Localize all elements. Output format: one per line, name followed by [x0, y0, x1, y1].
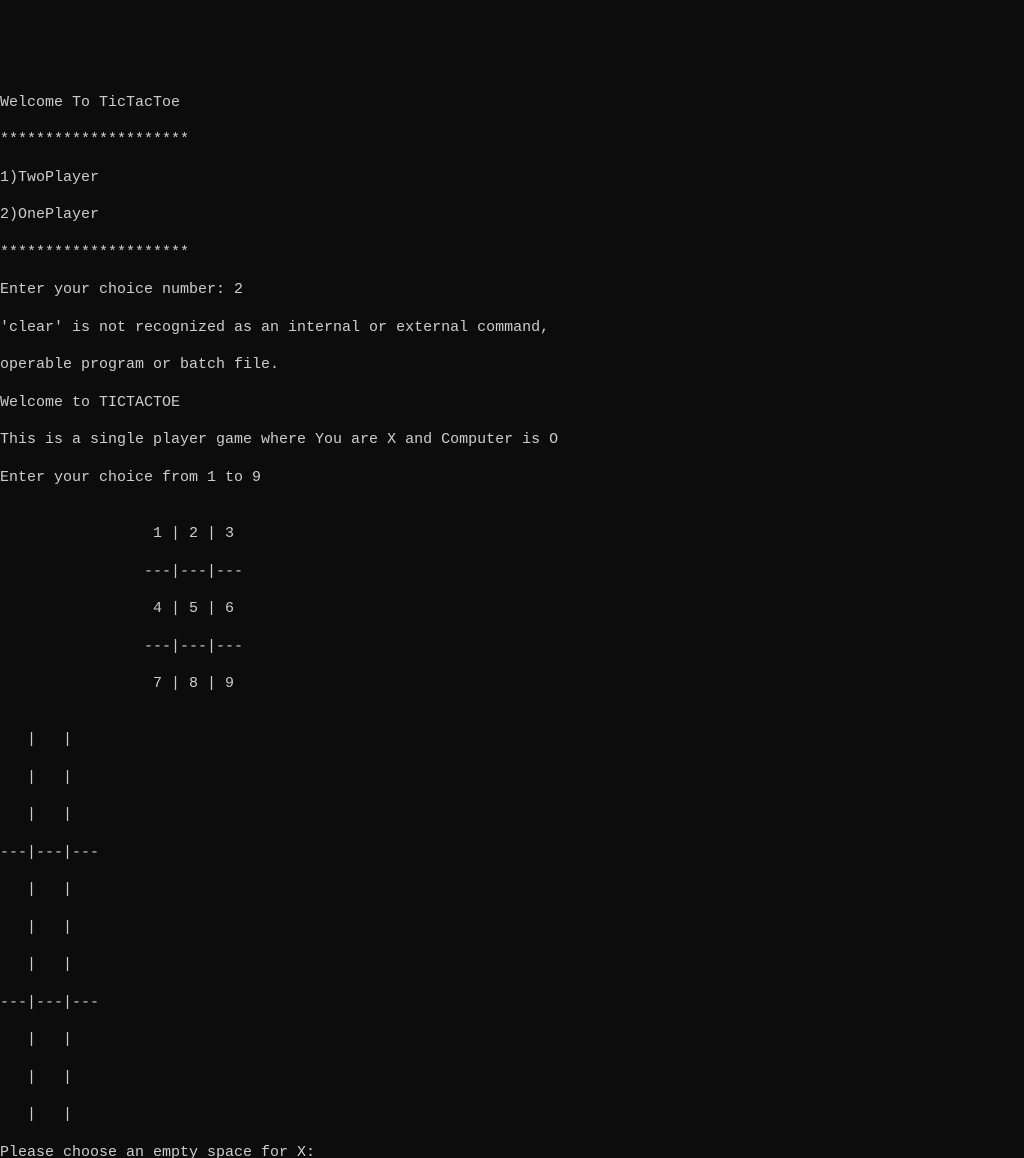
board-current-row2a: | |	[0, 881, 1024, 900]
board-current-sep1: ---|---|---	[0, 844, 1024, 863]
board-current-row3c: | |	[0, 1106, 1024, 1125]
board-current-row1a: | |	[0, 731, 1024, 750]
terminal-output: Welcome To TicTacToe *******************…	[0, 75, 1024, 1158]
error-line-1: 'clear' is not recognized as an internal…	[0, 319, 1024, 338]
welcome-title: Welcome To TicTacToe	[0, 94, 1024, 113]
menu-option-1: 1)TwoPlayer	[0, 169, 1024, 188]
board-current-row1b: | |	[0, 769, 1024, 788]
board-ref-sep2: ---|---|---	[0, 638, 1024, 657]
move-prompt-line: Please choose an empty space for X:	[0, 1144, 1024, 1158]
error-line-2: operable program or batch file.	[0, 356, 1024, 375]
game-instructions: This is a single player game where You a…	[0, 431, 1024, 450]
separator-2: *********************	[0, 244, 1024, 263]
board-ref-row1: 1 | 2 | 3	[0, 525, 1024, 544]
choice-line: Enter your choice number: 2	[0, 281, 1024, 300]
board-ref-row2: 4 | 5 | 6	[0, 600, 1024, 619]
move-prompt: Please choose an empty space for X:	[0, 1144, 324, 1158]
board-current-row2b: | |	[0, 919, 1024, 938]
board-current-row2c: | |	[0, 956, 1024, 975]
move-input[interactable]	[324, 1144, 354, 1158]
choice-prompt: Enter your choice number:	[0, 281, 234, 298]
board-current-row3b: | |	[0, 1069, 1024, 1088]
board-current-row1c: | |	[0, 806, 1024, 825]
board-current-row3a: | |	[0, 1031, 1024, 1050]
menu-option-2: 2)OnePlayer	[0, 206, 1024, 225]
separator: *********************	[0, 131, 1024, 150]
board-ref-row3: 7 | 8 | 9	[0, 675, 1024, 694]
game-welcome: Welcome to TICTACTOE	[0, 394, 1024, 413]
choice-value: 2	[234, 281, 243, 298]
board-current-sep2: ---|---|---	[0, 994, 1024, 1013]
board-ref-sep1: ---|---|---	[0, 563, 1024, 582]
game-choice-range: Enter your choice from 1 to 9	[0, 469, 1024, 488]
